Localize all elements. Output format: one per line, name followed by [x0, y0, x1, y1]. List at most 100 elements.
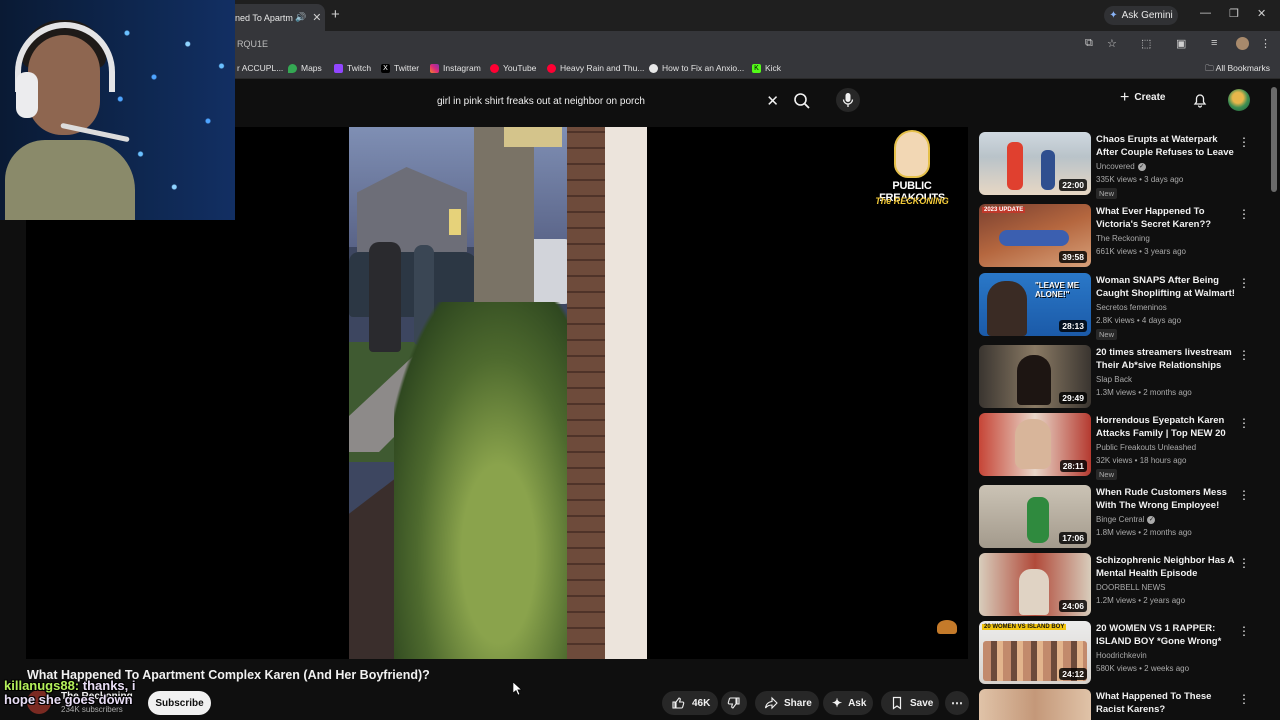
more-vert-icon[interactable]: ⋮ — [1238, 276, 1250, 290]
bookmark-icon — [892, 696, 902, 710]
recommendation-item[interactable]: 20 WOMEN VS ISLAND BOY 24:12 20 WOMEN VS… — [979, 621, 1269, 685]
video-thumbnail[interactable]: 24:06 — [979, 553, 1091, 616]
channel-name[interactable]: DOORBELL NEWS — [1096, 583, 1166, 592]
bookmark-item[interactable]: Heavy Rain and Thu... — [547, 63, 644, 73]
more-vert-icon[interactable]: ⋮ — [1238, 488, 1250, 502]
channel-label: Slap Back — [1096, 375, 1133, 384]
more-vert-icon[interactable]: ⋮ — [1238, 207, 1250, 221]
channel-name[interactable]: Slap Back — [1096, 375, 1132, 384]
video-duration: 28:13 — [1059, 320, 1087, 332]
voice-search-button[interactable] — [836, 88, 860, 112]
dislike-button[interactable] — [721, 691, 747, 715]
video-duration: 22:00 — [1059, 179, 1087, 191]
cast-icon[interactable]: ⧉ — [1085, 37, 1093, 50]
headset-earcup — [16, 72, 38, 118]
save-button[interactable]: Save — [881, 691, 939, 715]
restore-icon[interactable]: ❐ — [1229, 7, 1239, 20]
browser-tab-active[interactable]: ned To Apartm 🔊 ✕ — [225, 4, 325, 31]
close-window-icon[interactable]: ✕ — [1257, 7, 1266, 20]
channel-name[interactable]: Binge Central ✓ — [1096, 515, 1156, 524]
bookmark-item[interactable]: X Twitter — [381, 63, 419, 73]
browser-profile-avatar[interactable] — [1236, 37, 1249, 50]
video-thumbnail[interactable]: 17:06 — [979, 485, 1091, 548]
video-meta: 1.2M views • 2 years ago — [1096, 596, 1186, 605]
more-vert-icon[interactable]: ⋮ — [1238, 135, 1250, 149]
video-title[interactable]: Horrendous Eyepatch Karen Attacks Family… — [1096, 414, 1236, 440]
video-title[interactable]: 20 times streamers livestream Their Ab*s… — [1096, 346, 1236, 372]
media-controls-icon[interactable]: ≡ — [1211, 37, 1217, 49]
recommendation-item[interactable]: "LEAVE ME ALONE!" 28:13 Woman SNAPS Afte… — [979, 273, 1269, 340]
video-title[interactable]: What Happened To These Racist Karens? — [1096, 690, 1236, 716]
create-button[interactable]: + Create — [1120, 89, 1165, 105]
clear-search-icon[interactable]: ✕ — [766, 92, 779, 110]
video-thumbnail[interactable]: 29:49 — [979, 345, 1091, 408]
channel-name[interactable]: Secretos femeninos — [1096, 303, 1167, 312]
video-title[interactable]: What Ever Happened To Victoria's Secret … — [1096, 205, 1236, 231]
recommendation-item[interactable]: 29:49 20 times streamers livestream Thei… — [979, 345, 1269, 409]
bookmark-item[interactable]: Twitch — [334, 63, 371, 73]
video-title[interactable]: Chaos Erupts at Waterpark After Couple R… — [1096, 133, 1236, 159]
video-thumbnail[interactable] — [979, 689, 1091, 720]
channel-name[interactable]: Public Freakouts Unleashed — [1096, 443, 1196, 452]
more-vert-icon[interactable]: ⋮ — [1238, 556, 1250, 570]
share-button[interactable]: Share — [755, 691, 819, 715]
search-input[interactable]: girl in pink shirt freaks out at neighbo… — [427, 96, 766, 107]
channel-branding-icon[interactable] — [937, 620, 957, 634]
recommendation-item[interactable]: 2023 UPDATE 39:58 What Ever Happened To … — [979, 204, 1269, 268]
bookmark-item[interactable]: r ACCUPL... — [237, 63, 283, 73]
channel-name[interactable]: Hoodrichkevin — [1096, 651, 1147, 660]
maps-icon — [288, 63, 297, 73]
video-meta: 32K views • 18 hours ago — [1096, 456, 1187, 465]
more-vert-icon[interactable]: ⋮ — [1238, 624, 1250, 638]
search-button[interactable] — [791, 90, 813, 112]
video-title[interactable]: 20 WOMEN VS 1 RAPPER: ISLAND BOY *Gone W… — [1096, 622, 1236, 648]
video-thumbnail[interactable]: 2023 UPDATE 39:58 — [979, 204, 1091, 267]
video-title[interactable]: When Rude Customers Mess With The Wrong … — [1096, 486, 1236, 512]
more-vert-icon[interactable]: ⋮ — [1238, 348, 1250, 362]
notifications-button[interactable] — [1192, 92, 1208, 108]
recommendation-item[interactable]: What Happened To These Racist Karens? ⋮ — [979, 689, 1269, 720]
bookmark-item[interactable]: Instagram — [430, 63, 481, 73]
video-thumbnail[interactable]: "LEAVE ME ALONE!" 28:13 — [979, 273, 1091, 336]
search-box[interactable]: girl in pink shirt freaks out at neighbo… — [427, 88, 789, 114]
star-icon[interactable]: ☆ — [1107, 37, 1117, 50]
instagram-icon — [430, 63, 439, 73]
thumb-figure — [987, 281, 1027, 336]
subscribe-button[interactable]: Subscribe — [148, 691, 211, 715]
sidebar-icon[interactable]: ▣ — [1176, 37, 1186, 50]
ask-button[interactable]: ✦ Ask — [823, 691, 873, 715]
all-bookmarks-button[interactable]: 🗀 All Bookmarks — [1205, 63, 1270, 77]
ask-gemini-button[interactable]: ✦ Ask Gemini — [1104, 6, 1178, 25]
recommendation-item[interactable]: 22:00 Chaos Erupts at Waterpark After Co… — [979, 132, 1269, 199]
bookmark-item[interactable]: How to Fix an Anxio... — [649, 63, 744, 73]
recommendation-item[interactable]: 24:06 Schizophrenic Neighbor Has A Menta… — [979, 553, 1269, 617]
bookmark-item[interactable]: YouTube — [490, 63, 536, 73]
video-thumbnail[interactable]: 20 WOMEN VS ISLAND BOY 24:12 — [979, 621, 1091, 684]
more-vert-icon[interactable]: ⋮ — [1238, 416, 1250, 430]
channel-name[interactable]: The Reckoning — [1096, 234, 1150, 243]
new-tab-button[interactable]: + — [331, 6, 340, 23]
video-title[interactable]: Schizophrenic Neighbor Has A Mental Heal… — [1096, 554, 1236, 580]
extensions-icon[interactable]: ⬚ — [1141, 37, 1151, 50]
speaker-icon[interactable]: 🔊 — [295, 12, 306, 23]
more-vert-icon[interactable]: ⋮ — [1238, 692, 1250, 706]
bookmark-item[interactable]: K Kick — [752, 63, 781, 73]
tab-title: ned To Apartm — [235, 12, 293, 23]
account-avatar[interactable] — [1228, 89, 1250, 111]
close-tab-icon[interactable]: ✕ — [312, 11, 321, 24]
page-scrollbar[interactable] — [1271, 87, 1277, 192]
video-thumbnail[interactable]: 22:00 — [979, 132, 1091, 195]
like-button[interactable]: 46K — [662, 691, 718, 715]
bookmark-item[interactable]: Maps — [288, 63, 322, 73]
url-field[interactable]: RQU1E — [237, 39, 268, 49]
browser-menu-icon[interactable]: ⋮ — [1260, 37, 1271, 50]
minimize-icon[interactable]: — — [1200, 7, 1211, 19]
bookmark-label: Kick — [765, 63, 782, 73]
channel-name[interactable]: Uncovered ✓ — [1096, 162, 1146, 171]
bookmark-label: Heavy Rain and Thu... — [560, 63, 645, 73]
video-thumbnail[interactable]: 28:11 — [979, 413, 1091, 476]
recommendation-item[interactable]: 28:11 Horrendous Eyepatch Karen Attacks … — [979, 413, 1269, 480]
more-actions-button[interactable]: ⋯ — [945, 691, 969, 715]
recommendation-item[interactable]: 17:06 When Rude Customers Mess With The … — [979, 485, 1269, 549]
video-title[interactable]: Woman SNAPS After Being Caught Shoplifti… — [1096, 274, 1236, 300]
